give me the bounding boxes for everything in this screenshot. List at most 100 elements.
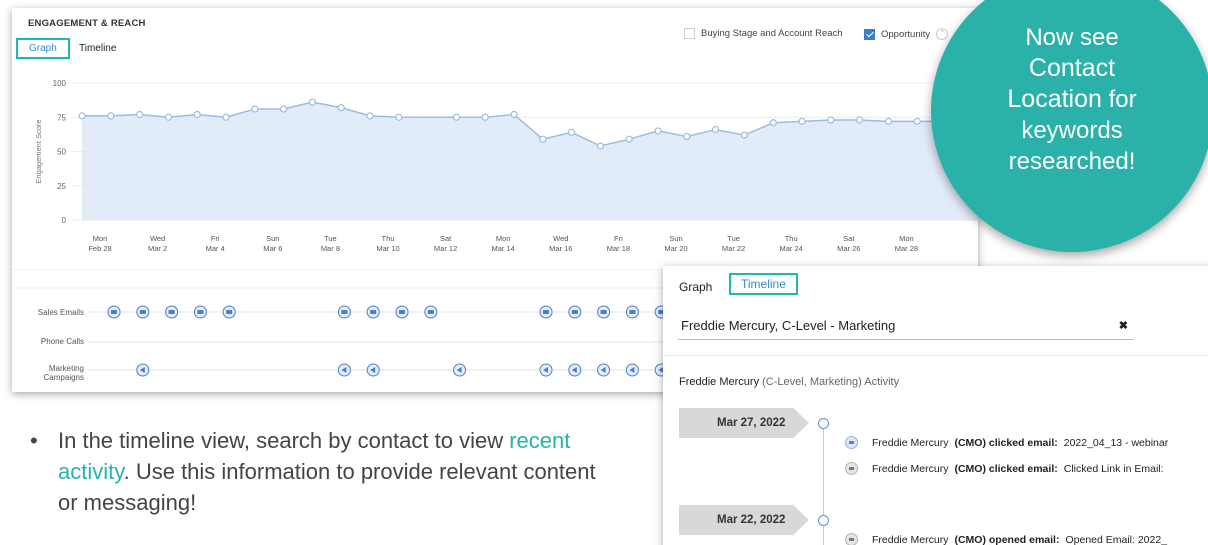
data-point xyxy=(740,131,749,139)
data-point xyxy=(452,113,460,121)
divider xyxy=(663,355,1208,356)
x-tick-label: Mar 26 xyxy=(837,244,860,253)
timeline-event[interactable]: Freddie Mercury (CMO) clicked email: 202… xyxy=(845,436,1168,449)
data-point xyxy=(193,110,201,119)
x-tick-label: Feb 28 xyxy=(88,244,111,253)
email-icon-glyph xyxy=(600,310,607,314)
data-point xyxy=(510,110,518,119)
x-tick-label: Mar 18 xyxy=(607,244,630,253)
row-label-sales-emails: Sales Emails xyxy=(37,308,84,317)
bullet-dot: • xyxy=(30,428,38,453)
y-tick-label: 100 xyxy=(53,79,67,88)
email-icon-glyph xyxy=(427,310,434,314)
x-tick-label: Mar 10 xyxy=(376,244,399,253)
data-point xyxy=(884,117,893,125)
x-tick-label: Mar 4 xyxy=(206,244,225,253)
data-point xyxy=(567,128,576,136)
data-point xyxy=(827,116,835,124)
data-point xyxy=(251,105,259,113)
data-point xyxy=(164,113,172,121)
contact-search-input[interactable]: Freddie Mercury, C-Level - Marketing ✖ xyxy=(678,314,1134,340)
callout-line4: keywords xyxy=(1021,117,1123,144)
data-point xyxy=(280,105,288,113)
x-tick-label: Mar 20 xyxy=(664,244,687,253)
event-contact: Freddie Mercury xyxy=(872,533,949,545)
timeline-node xyxy=(818,515,829,526)
bullet-text-after: . Use this information to provide releva… xyxy=(58,459,596,515)
email-icon xyxy=(845,462,858,475)
x-tick-label: Tue xyxy=(324,234,337,243)
x-tick-label: Fri xyxy=(614,234,623,243)
data-point xyxy=(308,98,316,106)
data-point xyxy=(481,113,489,121)
timeline-event[interactable]: Freddie Mercury (CMO) opened email: Open… xyxy=(845,533,1167,545)
email-icon xyxy=(845,436,858,449)
x-tick-label: Mar 12 xyxy=(434,244,457,253)
email-icon-glyph xyxy=(197,310,204,314)
data-point xyxy=(855,116,864,124)
y-tick-label: 50 xyxy=(57,148,66,157)
data-point xyxy=(654,127,662,135)
x-tick-label: Thu xyxy=(382,234,395,243)
event-contact: Freddie Mercury xyxy=(872,436,949,449)
x-tick-label: Mar 16 xyxy=(549,244,572,253)
row-label-phone-calls: Phone Calls xyxy=(40,337,84,346)
x-tick-label: Mar 14 xyxy=(492,244,515,253)
data-point xyxy=(107,112,115,120)
timeline-event[interactable]: Freddie Mercury (CMO) clicked email: Cli… xyxy=(845,462,1164,475)
event-action: (CMO) opened email: xyxy=(954,533,1060,545)
x-tick-label: Fri xyxy=(211,234,220,243)
x-tick-label: Wed xyxy=(553,234,568,243)
callout-line1: Now see xyxy=(1025,24,1119,51)
data-point xyxy=(596,142,605,150)
callout-line3: Location xyxy=(1007,85,1102,113)
timeline-line xyxy=(823,424,824,545)
event-description: Clicked Link in Email: xyxy=(1063,462,1164,475)
contact-search-value: Freddie Mercury, C-Level - Marketing xyxy=(681,318,896,333)
data-point xyxy=(769,119,777,127)
x-tick-label: Mon xyxy=(496,234,511,243)
callout-text: Now see Contact Location for keywords re… xyxy=(961,22,1183,177)
x-tick-label: Sat xyxy=(843,234,855,243)
x-tick-label: Sun xyxy=(669,234,682,243)
x-tick-label: Sun xyxy=(266,234,279,243)
callout-line5: researched! xyxy=(1008,148,1136,175)
event-action: (CMO) clicked email: xyxy=(954,462,1058,475)
data-point xyxy=(913,117,921,125)
data-point xyxy=(625,135,633,143)
x-tick-label: Sat xyxy=(440,234,452,243)
event-description: Opened Email: 2022_ xyxy=(1065,533,1168,545)
timeline-panel: Graph Timeline Freddie Mercury, C-Level … xyxy=(663,266,1208,545)
data-point xyxy=(683,132,691,141)
x-tick-label: Tue xyxy=(727,234,740,243)
data-point xyxy=(366,112,374,120)
email-icon-glyph xyxy=(543,310,549,314)
bullet-text: In the timeline view, search by contact … xyxy=(58,425,618,518)
clear-icon[interactable]: ✖ xyxy=(1119,314,1128,338)
email-icon-glyph xyxy=(629,310,636,314)
tl-tab-graph[interactable]: Graph xyxy=(679,280,712,294)
email-icon-glyph xyxy=(370,310,377,314)
tl-tab-timeline[interactable]: Timeline xyxy=(729,273,798,295)
x-tick-label: Mar 22 xyxy=(722,244,745,253)
x-tick-label: Thu xyxy=(785,234,798,243)
data-point xyxy=(135,110,144,119)
callout-line2: Contact xyxy=(1028,54,1116,82)
event-contact: Freddie Mercury xyxy=(872,462,949,475)
email-icon-glyph xyxy=(139,310,146,314)
email-icon xyxy=(845,533,858,545)
x-tick-label: Mon xyxy=(93,234,108,243)
email-icon-glyph xyxy=(399,310,405,314)
y-tick-label: 0 xyxy=(62,216,67,225)
x-tick-label: Mar 24 xyxy=(780,244,803,253)
data-point xyxy=(798,117,806,125)
date-tag: Mar 27, 2022 xyxy=(679,408,809,438)
y-axis-label: Engagement Score xyxy=(34,119,43,183)
data-point xyxy=(539,135,547,143)
y-tick-label: 75 xyxy=(57,113,66,122)
row-label-campaigns: Campaigns xyxy=(43,373,84,382)
x-tick-label: Mar 2 xyxy=(148,244,167,253)
data-point xyxy=(337,104,345,112)
activity-contact-name: Freddie Mercury xyxy=(679,376,760,388)
email-icon-glyph xyxy=(168,310,175,314)
